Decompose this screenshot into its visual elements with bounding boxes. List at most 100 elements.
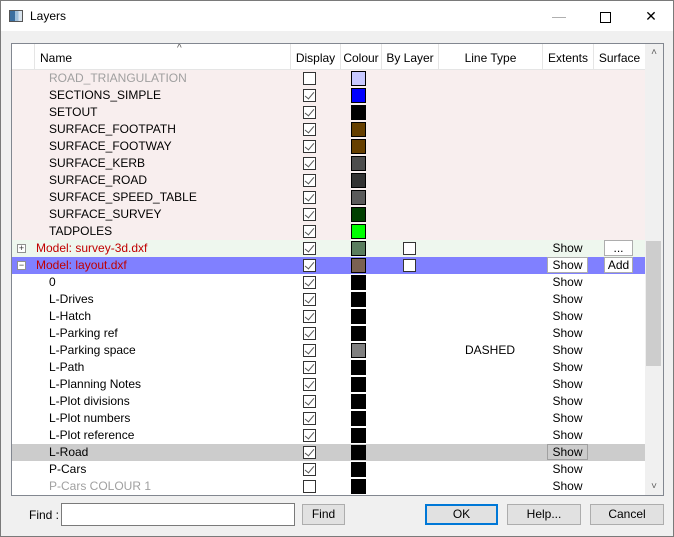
colour-swatch[interactable]	[351, 445, 366, 460]
extents-show-button[interactable]: Show	[547, 275, 588, 289]
layer-row[interactable]: 0 Show	[12, 274, 645, 291]
colour-swatch[interactable]	[351, 309, 366, 324]
display-checkbox[interactable]	[303, 480, 316, 493]
layer-row[interactable]: SECTIONS_SIMPLE	[12, 87, 645, 104]
colour-swatch[interactable]	[351, 156, 366, 171]
colour-swatch[interactable]	[351, 479, 366, 494]
scroll-thumb[interactable]	[646, 241, 661, 366]
layer-row[interactable]: L-Planning Notes Show	[12, 376, 645, 393]
model-row[interactable]: + Model: survey-3d.dxf Show...	[12, 240, 645, 257]
layer-row[interactable]: SETOUT	[12, 104, 645, 121]
extents-show-button[interactable]: Show	[547, 292, 588, 306]
display-checkbox[interactable]	[303, 123, 316, 136]
scroll-down-icon[interactable]: ˅	[645, 478, 663, 495]
display-checkbox[interactable]	[303, 259, 316, 272]
display-checkbox[interactable]	[303, 327, 316, 340]
colour-swatch[interactable]	[351, 326, 366, 341]
display-checkbox[interactable]	[303, 446, 316, 459]
extents-show-button[interactable]: Show	[547, 257, 588, 273]
cancel-button[interactable]: Cancel	[590, 504, 664, 525]
layer-row[interactable]: L-Path Show	[12, 359, 645, 376]
model-row[interactable]: − Model: layout.dxf Show Add	[12, 257, 645, 274]
colour-swatch[interactable]	[351, 377, 366, 392]
colour-swatch[interactable]	[351, 173, 366, 188]
surface-add-button[interactable]: Add	[604, 257, 633, 273]
display-checkbox[interactable]	[303, 395, 316, 408]
find-input[interactable]	[61, 503, 295, 526]
layer-row[interactable]: L-Parking space DASHED Show	[12, 342, 645, 359]
layer-row[interactable]: SURFACE_FOOTPATH	[12, 121, 645, 138]
find-button[interactable]: Find	[302, 504, 345, 525]
layer-row[interactable]: SURFACE_ROAD	[12, 172, 645, 189]
display-checkbox[interactable]	[303, 429, 316, 442]
layer-row[interactable]: L-Road Show	[12, 444, 645, 461]
column-header-colour[interactable]: Colour	[340, 44, 381, 70]
colour-swatch[interactable]	[351, 428, 366, 443]
expand-icon[interactable]: +	[17, 244, 26, 253]
extents-show-button[interactable]: Show	[547, 394, 588, 408]
bylayer-checkbox[interactable]	[403, 259, 416, 272]
column-header-bylayer[interactable]: By Layer	[381, 44, 438, 70]
display-checkbox[interactable]	[303, 242, 316, 255]
extents-show-button[interactable]: Show	[547, 479, 588, 493]
minimize-button[interactable]: —	[536, 1, 582, 31]
colour-swatch[interactable]	[351, 139, 366, 154]
extents-show-button[interactable]: Show	[547, 377, 588, 391]
colour-swatch[interactable]	[351, 394, 366, 409]
layer-row[interactable]: L-Plot numbers Show	[12, 410, 645, 427]
display-checkbox[interactable]	[303, 174, 316, 187]
display-checkbox[interactable]	[303, 72, 316, 85]
layer-row[interactable]: L-Parking ref Show	[12, 325, 645, 342]
extents-show-button[interactable]: Show	[547, 241, 588, 255]
layer-row[interactable]: SURFACE_KERB	[12, 155, 645, 172]
colour-swatch[interactable]	[351, 122, 366, 137]
close-button[interactable]: ✕	[628, 1, 674, 31]
colour-swatch[interactable]	[351, 275, 366, 290]
display-checkbox[interactable]	[303, 157, 316, 170]
column-header-display[interactable]: Display	[290, 44, 340, 70]
colour-swatch[interactable]	[351, 411, 366, 426]
display-checkbox[interactable]	[303, 378, 316, 391]
layer-row[interactable]: L-Plot reference Show	[12, 427, 645, 444]
scroll-up-icon[interactable]: ˄	[645, 44, 663, 61]
collapse-icon[interactable]: −	[17, 261, 26, 270]
colour-swatch[interactable]	[351, 71, 366, 86]
colour-swatch[interactable]	[351, 292, 366, 307]
display-checkbox[interactable]	[303, 89, 316, 102]
colour-swatch[interactable]	[351, 343, 366, 358]
colour-swatch[interactable]	[351, 224, 366, 239]
colour-swatch[interactable]	[351, 360, 366, 375]
extents-show-button[interactable]: Show	[547, 444, 588, 460]
display-checkbox[interactable]	[303, 276, 316, 289]
extents-show-button[interactable]: Show	[547, 309, 588, 323]
layer-row[interactable]: TADPOLES	[12, 223, 645, 240]
colour-swatch[interactable]	[351, 105, 366, 120]
colour-swatch[interactable]	[351, 258, 366, 273]
colour-swatch[interactable]	[351, 207, 366, 222]
layer-row[interactable]: L-Drives Show	[12, 291, 645, 308]
colour-swatch[interactable]	[351, 462, 366, 477]
extents-show-button[interactable]: Show	[547, 428, 588, 442]
extents-show-button[interactable]: Show	[547, 462, 588, 476]
layer-row[interactable]: P-Cars COLOUR 1 Show	[12, 478, 645, 495]
column-header-extents[interactable]: Extents	[542, 44, 593, 70]
layer-row[interactable]: L-Hatch Show	[12, 308, 645, 325]
display-checkbox[interactable]	[303, 412, 316, 425]
column-header-linetype[interactable]: Line Type	[438, 44, 542, 70]
line-type[interactable]: DASHED	[438, 343, 542, 357]
layer-row[interactable]: SURFACE_SPEED_TABLE	[12, 189, 645, 206]
layer-row[interactable]: SURFACE_SURVEY	[12, 206, 645, 223]
column-header-name[interactable]: ^ Name	[34, 44, 290, 70]
display-checkbox[interactable]	[303, 106, 316, 119]
display-checkbox[interactable]	[303, 344, 316, 357]
extents-show-button[interactable]: Show	[547, 360, 588, 374]
layer-row[interactable]: P-Cars Show	[12, 461, 645, 478]
colour-swatch[interactable]	[351, 190, 366, 205]
display-checkbox[interactable]	[303, 361, 316, 374]
colour-swatch[interactable]	[351, 241, 366, 256]
display-checkbox[interactable]	[303, 225, 316, 238]
display-checkbox[interactable]	[303, 310, 316, 323]
column-header-surface[interactable]: Surface	[593, 44, 645, 70]
display-checkbox[interactable]	[303, 191, 316, 204]
extents-show-button[interactable]: Show	[547, 326, 588, 340]
